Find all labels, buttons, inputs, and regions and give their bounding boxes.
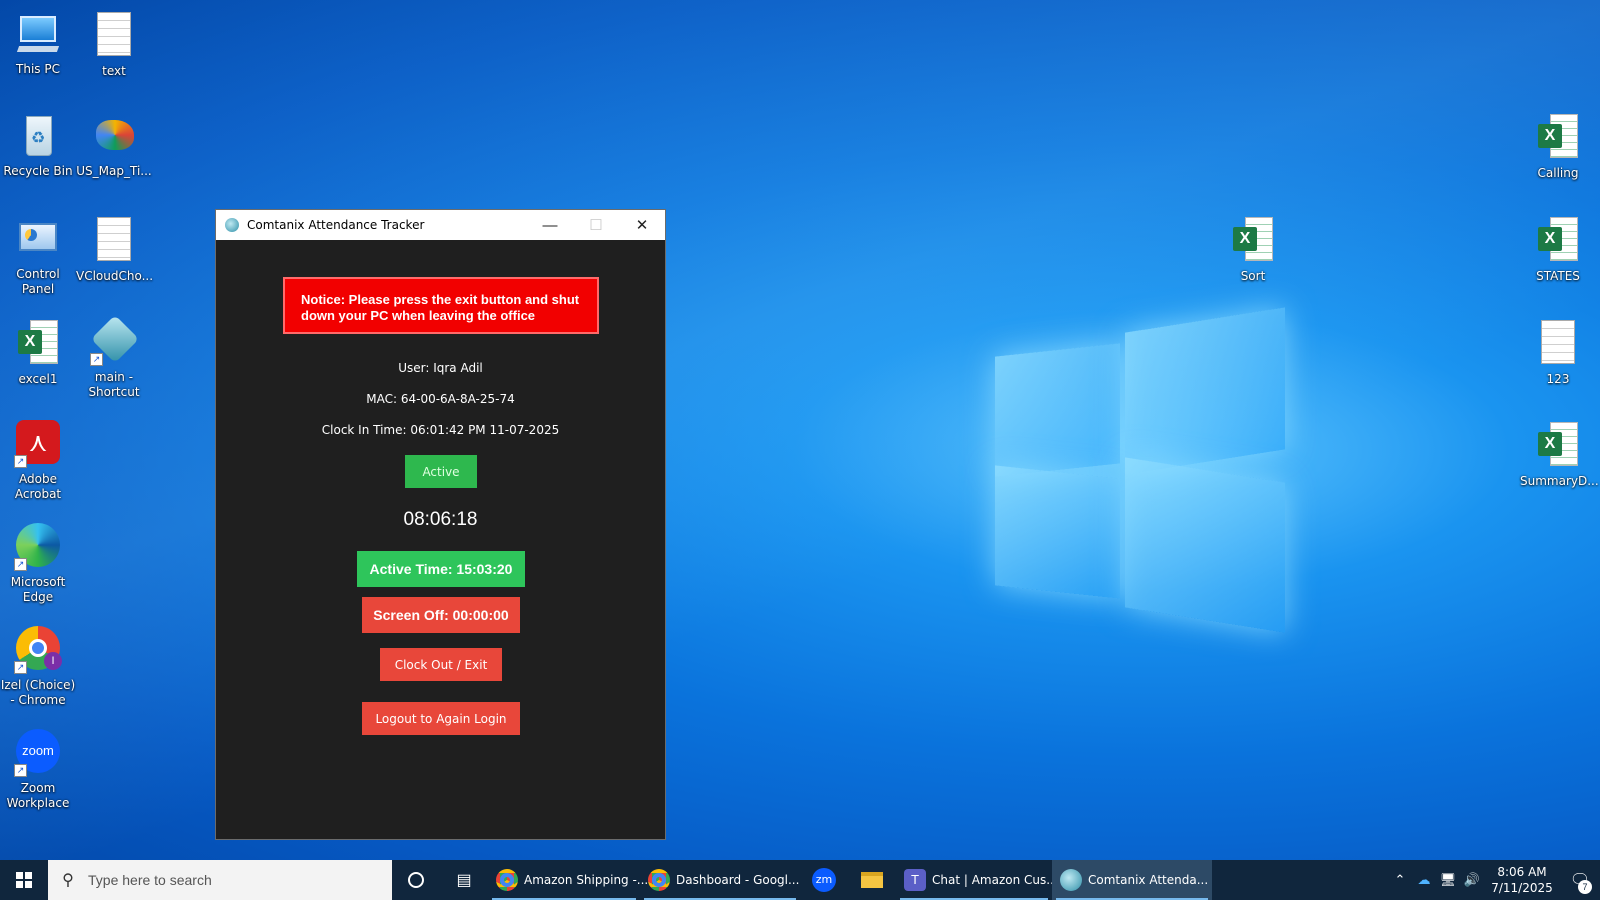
taskbar-app-amazon-shipping[interactable]: Amazon Shipping -... bbox=[488, 860, 648, 900]
taskbar-search-box[interactable]: ⚲ Type here to search bbox=[48, 860, 392, 900]
active-time-display: Active Time: 15:03:20 bbox=[357, 551, 525, 587]
file-explorer-icon bbox=[861, 872, 883, 888]
desktop-icon-excel1[interactable]: X excel1 bbox=[0, 318, 76, 387]
excel-file-icon: X bbox=[1229, 217, 1277, 265]
mac-label: MAC: 64-00-6A-8A-25-74 bbox=[366, 392, 515, 406]
text-document-icon bbox=[1534, 320, 1582, 368]
recycle-bin-icon: ♻ bbox=[14, 112, 62, 160]
desktop-icon-zoom-workplace[interactable]: zoom ↗ Zoom Workplace bbox=[0, 729, 76, 811]
window-title: Comtanix Attendance Tracker bbox=[247, 218, 425, 232]
cortana-circle-icon bbox=[408, 872, 424, 888]
desktop-icon-summaryd[interactable]: X SummaryD... bbox=[1520, 420, 1599, 489]
windows-logo-icon bbox=[16, 872, 32, 888]
comtanix-icon bbox=[1060, 869, 1082, 891]
image-file-icon bbox=[90, 112, 138, 160]
text-document-icon bbox=[90, 217, 138, 265]
current-time-display: 08:06:18 bbox=[403, 509, 478, 530]
taskbar: ⚲ Type here to search ▤ Amazon Shipping … bbox=[0, 860, 1600, 900]
clock-out-button[interactable]: Clock Out / Exit bbox=[380, 648, 502, 681]
desktop-icon-calling[interactable]: X Calling bbox=[1520, 112, 1596, 181]
desktop-icon-microsoft-edge[interactable]: ↗ Microsoft Edge bbox=[0, 523, 76, 605]
notifications-button[interactable]: 🗨 7 bbox=[1560, 870, 1600, 894]
taskbar-app-comtanix[interactable]: Comtanix Attenda... bbox=[1052, 860, 1212, 900]
start-button[interactable] bbox=[0, 860, 48, 900]
logout-button[interactable]: Logout to Again Login bbox=[362, 702, 520, 735]
chrome-icon bbox=[648, 869, 670, 891]
excel-file-icon: X bbox=[1534, 217, 1582, 265]
taskbar-app-dashboard[interactable]: Dashboard - Googl... bbox=[640, 860, 800, 900]
chevron-up-icon[interactable]: ⌃ bbox=[1388, 872, 1412, 888]
app-shortcut-icon: ↗ bbox=[90, 314, 140, 366]
notification-count: 7 bbox=[1578, 880, 1592, 894]
desktop-icon-this-pc[interactable]: This PC bbox=[0, 10, 76, 77]
screen-off-display: Screen Off: 00:00:00 bbox=[362, 597, 520, 633]
search-placeholder: Type here to search bbox=[88, 872, 212, 888]
taskbar-clock[interactable]: 8:06 AM 7/11/2025 bbox=[1484, 864, 1560, 896]
search-icon: ⚲ bbox=[62, 872, 74, 889]
taskbar-app-zoom[interactable]: zm bbox=[800, 860, 848, 900]
windows-wallpaper-logo bbox=[995, 307, 1285, 633]
chrome-icon bbox=[496, 869, 518, 891]
user-label: User: Iqra Adil bbox=[398, 361, 483, 375]
desktop-icon-control-panel[interactable]: Control Panel bbox=[0, 215, 76, 297]
excel-file-icon: X bbox=[14, 320, 62, 368]
notice-banner: Notice: Please press the exit button and… bbox=[283, 277, 599, 334]
system-tray: ⌃ ☁ 🖥 🔊 8:06 AM 7/11/2025 🗨 7 bbox=[1388, 860, 1600, 900]
window-titlebar[interactable]: Comtanix Attendance Tracker — ☐ ✕ bbox=[216, 210, 665, 240]
desktop-icon-chrome-profile[interactable]: I ↗ Izel (Choice) - Chrome bbox=[0, 626, 76, 708]
teams-icon: T bbox=[904, 869, 926, 891]
chrome-icon: I ↗ bbox=[14, 626, 62, 674]
taskbar-app-file-explorer[interactable] bbox=[848, 860, 896, 900]
comtanix-icon bbox=[225, 218, 239, 232]
status-active-button[interactable]: Active bbox=[405, 455, 477, 488]
clock-in-label: Clock In Time: 06:01:42 PM 11-07-2025 bbox=[321, 423, 560, 437]
network-icon[interactable]: 🖥 bbox=[1436, 872, 1460, 888]
attendance-tracker-window: Comtanix Attendance Tracker — ☐ ✕ Notice… bbox=[215, 209, 666, 840]
maximize-button[interactable]: ☐ bbox=[573, 210, 619, 240]
zoom-icon: zoom ↗ bbox=[14, 729, 62, 777]
control-panel-icon bbox=[14, 215, 62, 263]
computer-icon bbox=[14, 10, 62, 58]
desktop-icon-sort[interactable]: X Sort bbox=[1215, 215, 1291, 284]
desktop-icon-adobe-acrobat[interactable]: ⋏ ↗ Adobe Acrobat bbox=[0, 420, 76, 502]
text-document-icon bbox=[90, 12, 138, 60]
task-view-icon: ▤ bbox=[456, 872, 472, 889]
desktop-icon-123[interactable]: 123 bbox=[1520, 318, 1596, 387]
taskbar-date: 7/11/2025 bbox=[1491, 881, 1553, 895]
volume-icon[interactable]: 🔊 bbox=[1460, 872, 1484, 888]
zoom-icon: zm bbox=[812, 868, 836, 892]
close-button[interactable]: ✕ bbox=[619, 210, 665, 240]
task-view-button[interactable]: ▤ bbox=[440, 860, 488, 900]
taskbar-time: 8:06 AM bbox=[1497, 865, 1547, 879]
excel-file-icon: X bbox=[1534, 422, 1582, 470]
window-content: Notice: Please press the exit button and… bbox=[216, 240, 665, 840]
desktop-icon-us-map[interactable]: US_Map_Ti... bbox=[76, 112, 152, 179]
adobe-acrobat-icon: ⋏ ↗ bbox=[14, 420, 62, 468]
desktop-icon-main-shortcut[interactable]: ↗ main - Shortcut bbox=[76, 314, 152, 400]
desktop-icon-vcloudcho[interactable]: VCloudCho... bbox=[76, 215, 153, 284]
minimize-button[interactable]: — bbox=[527, 210, 573, 240]
cortana-button[interactable] bbox=[392, 860, 440, 900]
excel-file-icon: X bbox=[1534, 114, 1582, 162]
desktop-icon-text[interactable]: text bbox=[76, 10, 152, 79]
desktop-icon-recycle-bin[interactable]: ♻ Recycle Bin bbox=[0, 112, 76, 179]
desktop-icon-states[interactable]: X STATES bbox=[1520, 215, 1596, 284]
onedrive-icon[interactable]: ☁ bbox=[1412, 872, 1436, 888]
taskbar-app-teams-chat[interactable]: T Chat | Amazon Cus... bbox=[896, 860, 1058, 900]
edge-icon: ↗ bbox=[14, 523, 62, 571]
